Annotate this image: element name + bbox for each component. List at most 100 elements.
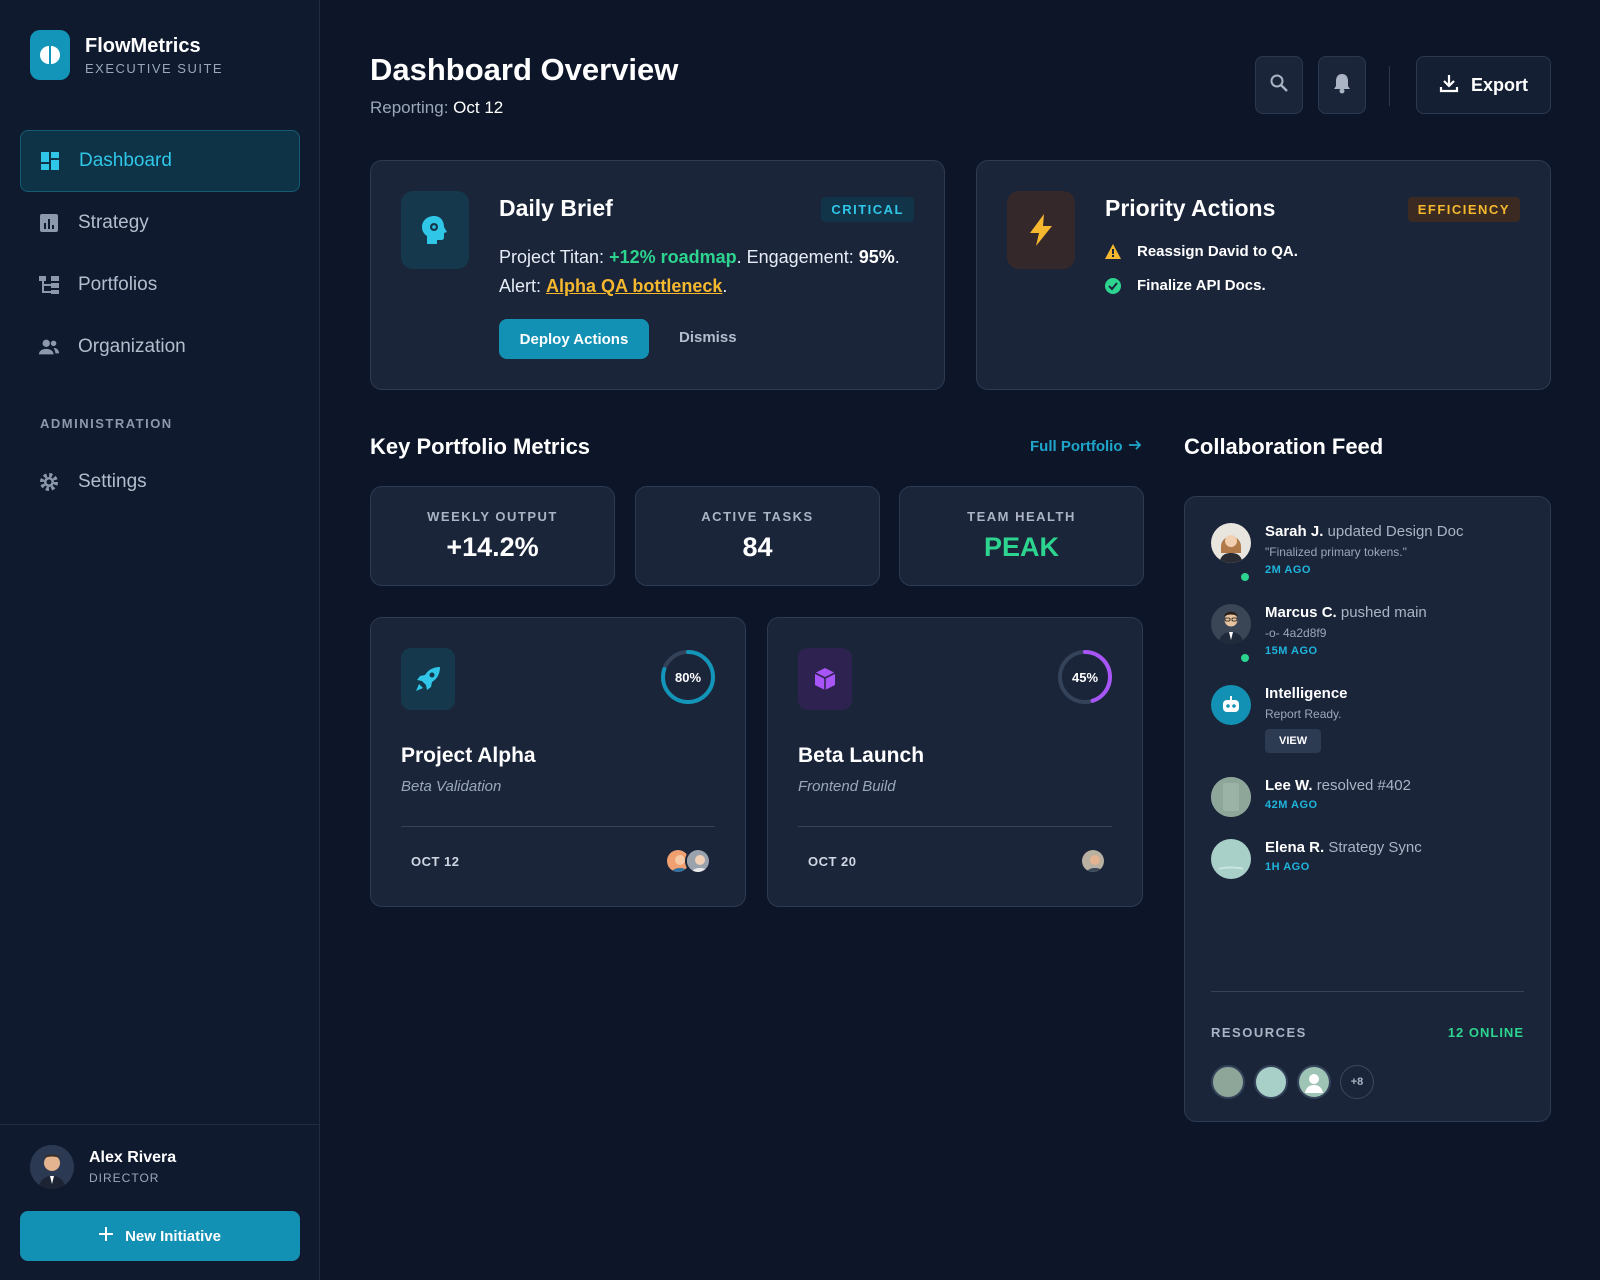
more-members-button[interactable]: +8 [1340,1065,1374,1099]
export-button[interactable]: Export [1416,56,1551,114]
sidebar-item-strategy[interactable]: Strategy [20,192,300,254]
people-icon [38,336,60,358]
new-initiative-button[interactable]: New Initiative [20,1211,300,1261]
efficiency-badge: EFFICIENCY [1407,197,1520,222]
feed-meta: Report Ready. [1265,707,1342,721]
brief-text-part: . [894,247,900,267]
download-icon [1439,73,1459,98]
avatar[interactable] [1297,1065,1331,1099]
brief-text-part: Alert: [499,276,547,296]
brand-subtitle: EXECUTIVE SUITE [85,60,224,76]
project-members [665,848,711,874]
avatar[interactable] [1254,1065,1288,1099]
feed-user: Lee W. [1265,777,1313,794]
user-block: Alex Rivera DIRECTOR New Initiative [0,1124,320,1280]
online-status-dot [1241,573,1249,581]
feed-line: Intelligence [1265,685,1348,702]
check-circle-icon [1105,277,1123,294]
feed-time: 15M AGO [1265,645,1318,657]
feed-line: Sarah J. updated Design Doc [1265,523,1463,540]
sidebar-item-label: Portfolios [78,274,158,295]
sidebar-item-label: Strategy [78,212,149,233]
new-initiative-label: New Initiative [125,1227,221,1245]
notifications-button[interactable] [1318,56,1366,114]
deploy-actions-button[interactable]: Deploy Actions [499,319,649,359]
sidebar-item-portfolios[interactable]: Portfolios [20,254,300,316]
feed-item[interactable]: Sarah J. updated Design Doc "Finalized p… [1211,523,1463,581]
feed-time: 42M AGO [1265,799,1318,811]
brief-line-2: Alert: Alpha QA bottleneck. [499,272,900,301]
sidebar-item-label: Settings [78,471,147,492]
warning-icon [1105,244,1123,259]
avatar [1211,839,1251,879]
feed-title: Collaboration Feed [1184,434,1384,459]
resources-label: RESOURCES [1211,1025,1307,1040]
roadmap-highlight: +12% roadmap [609,247,737,267]
dismiss-button[interactable]: Dismiss [679,329,737,346]
sidebar-item-settings[interactable]: Settings [20,451,300,513]
priority-action-label: Reassign David to QA. [1137,243,1298,260]
brand[interactable]: FlowMetrics EXECUTIVE SUITE [30,30,223,80]
brief-text: Project Titan: +12% roadmap. Engagement:… [499,243,900,301]
view-report-button[interactable]: VIEW [1265,729,1322,753]
feed-line: Elena R. Strategy Sync [1265,839,1422,856]
brief-text-part: . [722,276,728,296]
user-name: Alex Rivera [89,1149,177,1166]
priority-actions-card: Priority Actions EFFICIENCY Reassign Dav… [976,160,1551,390]
divider [798,826,1112,827]
priority-action-label: Finalize API Docs. [1137,277,1266,294]
divider [401,826,715,827]
progress-ring: 45% [1056,648,1114,706]
sidebar-item-label: Dashboard [79,150,172,171]
feed-item[interactable]: Elena R. Strategy Sync 1H AGO [1211,839,1422,879]
sidebar-item-dashboard[interactable]: Dashboard [20,130,300,192]
feed-time: 1H AGO [1265,861,1310,873]
priority-action-item[interactable]: Finalize API Docs. [1105,277,1266,294]
avatar [685,848,711,874]
feed-item[interactable]: Intelligence Report Ready. VIEW [1211,685,1348,753]
progress-ring: 80% [659,648,717,706]
metric-card-team-health: TEAM HEALTH PEAK [899,486,1144,586]
critical-badge: CRITICAL [821,197,914,222]
project-members [1080,848,1106,874]
full-portfolio-link[interactable]: Full Portfolio [1030,438,1142,455]
progress-label: 45% [1071,669,1099,685]
brief-text-part: Project Titan: [499,247,610,267]
project-card-alpha[interactable]: 80% Project Alpha Beta Validation OCT 12 [370,617,746,907]
priority-actions-title: Priority Actions [1105,195,1276,221]
feed-item[interactable]: Lee W. resolved #402 42M AGO [1211,777,1411,817]
bell-icon [1332,72,1352,99]
reporting-value: Oct 12 [453,98,504,117]
project-card-beta[interactable]: 45% Beta Launch Frontend Build OCT 20 [767,617,1143,907]
collaboration-feed: Sarah J. updated Design Doc "Finalized p… [1184,496,1551,1122]
avatar[interactable] [1211,1065,1245,1099]
metric-label: WEEKLY OUTPUT [427,509,558,524]
feed-line: Marcus C. pushed main [1265,604,1427,621]
chart-icon [38,212,60,234]
project-date: OCT 20 [808,854,857,869]
daily-brief-title: Daily Brief [499,195,613,221]
alert-link[interactable]: Alpha QA bottleneck [546,276,722,296]
search-button[interactable] [1255,56,1303,114]
reporting-date: Reporting: Oct 12 [370,98,503,118]
brief-text-part: . Engagement: [736,247,859,267]
header-divider [1389,66,1390,106]
plus-icon [99,1227,114,1245]
page-title: Dashboard Overview [370,52,679,87]
avatar [30,1145,74,1189]
feed-item[interactable]: Marcus C. pushed main -o- 4a2d8f9 15M AG… [1211,604,1427,662]
feed-action: resolved #402 [1316,777,1411,794]
metric-card-active-tasks: ACTIVE TASKS 84 [635,486,880,586]
brief-line-1: Project Titan: +12% roadmap. Engagement:… [499,243,900,272]
brand-name: FlowMetrics [85,34,201,57]
feed-time: 2M AGO [1265,564,1311,576]
avatar [1211,604,1251,644]
online-status-dot [1241,654,1249,662]
engagement-value: 95% [858,247,895,267]
sidebar-item-organization[interactable]: Organization [20,316,300,378]
project-subtitle: Frontend Build [798,778,896,795]
user-profile[interactable]: Alex Rivera DIRECTOR [30,1145,176,1189]
feed-action: Strategy Sync [1328,839,1422,856]
daily-brief-card: Daily Brief CRITICAL Project Titan: +12%… [370,160,945,390]
priority-action-item[interactable]: Reassign David to QA. [1105,243,1298,260]
